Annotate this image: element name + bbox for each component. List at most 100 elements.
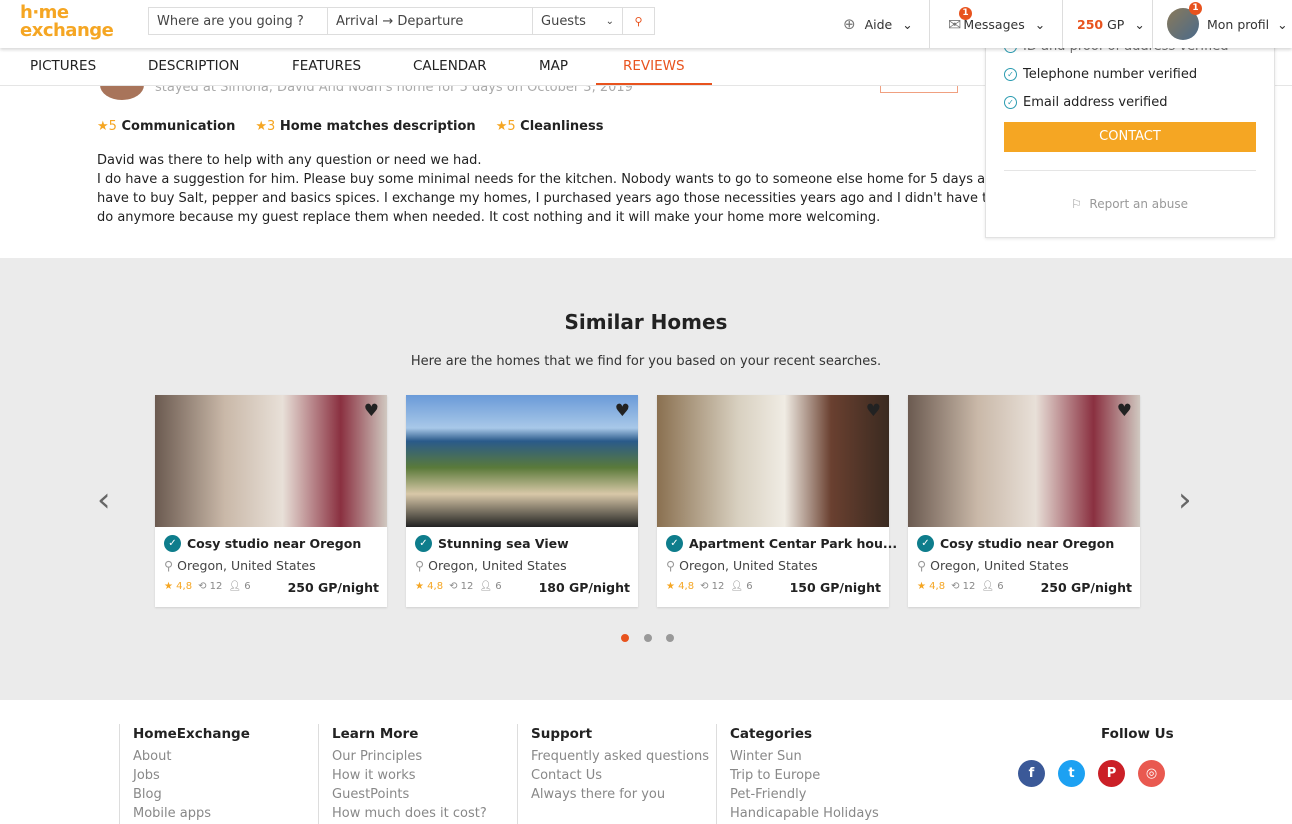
footer-link[interactable]: Pet-Friendly	[730, 785, 879, 804]
destination-input[interactable]: Where are you going ?	[149, 8, 328, 34]
review-line: do anymore because my guest replace them…	[97, 210, 881, 225]
footer-link[interactable]: Handicapable Holidays	[730, 804, 879, 823]
home-photo[interactable]: ♥	[657, 395, 889, 527]
footer-link[interactable]: Frequently asked questions	[531, 747, 709, 766]
footer-link[interactable]: GuestPoints	[332, 785, 487, 804]
rating-label: Home matches description	[279, 119, 476, 134]
carousel-dot[interactable]	[644, 634, 652, 642]
home-exchanges: 12	[962, 581, 976, 592]
exchanges-icon: ⟲ 12	[198, 581, 223, 592]
verified-icon: ✓	[415, 535, 432, 552]
footer-link[interactable]: Winter Sun	[730, 747, 879, 766]
footer-link[interactable]: How it works	[332, 766, 487, 785]
footer-link[interactable]: Always there for you	[531, 785, 709, 804]
heart-icon[interactable]: ♥	[866, 401, 881, 421]
heart-icon[interactable]: ♥	[1117, 401, 1132, 421]
footer-link[interactable]: Mobile apps	[133, 804, 250, 823]
carousel-prev-arrow[interactable]: ‹	[97, 480, 111, 520]
person-icon: 👤︎ 6	[228, 581, 251, 592]
rating-score: 5	[507, 119, 516, 134]
home-title: Cosy studio near Oregon	[940, 536, 1115, 551]
rating-description: ★3 Home matches description	[255, 119, 475, 134]
home-rating: 4,8	[427, 581, 444, 592]
footer-link[interactable]: About	[133, 747, 250, 766]
review-line: have to buy Salt, pepper and basics spic…	[97, 191, 996, 206]
facebook-icon[interactable]: f	[1018, 760, 1045, 787]
contact-button[interactable]: CONTACT	[1004, 122, 1256, 152]
home-price: 250 GP/night	[1040, 580, 1132, 595]
profile-label: Mon profil	[1207, 16, 1270, 32]
star-icon: ★	[495, 119, 508, 134]
tab-pictures[interactable]: PICTURES	[30, 58, 96, 74]
instagram-icon[interactable]: ◎	[1138, 760, 1165, 787]
tab-calendar[interactable]: CALENDAR	[413, 58, 487, 74]
home-exchanges: 12	[460, 581, 474, 592]
star-icon: ★	[255, 119, 267, 134]
home-photo[interactable]: ♥	[155, 395, 387, 527]
search-button[interactable]: ⚲	[623, 8, 654, 34]
home-card[interactable]: ♥ ✓ Cosy studio near Oregon ⚲ Oregon, Uni…	[908, 395, 1140, 607]
logo[interactable]: h·me exchange	[20, 4, 114, 41]
profile-menu[interactable]: 1 Mon profil ⌄	[1167, 0, 1288, 48]
home-photo[interactable]: ♥	[406, 395, 638, 527]
help-label: Aide	[864, 16, 893, 32]
home-exchanges: 12	[711, 581, 725, 592]
messages-menu[interactable]: ✉ 1 Messages ⌄	[948, 0, 1045, 48]
location-pin-icon: ⚲	[917, 558, 927, 573]
guests-select[interactable]: Guests ⌄	[533, 8, 623, 34]
tab-description[interactable]: DESCRIPTION	[148, 58, 239, 74]
home-rating: 4,8	[176, 581, 193, 592]
footer-link[interactable]: Trip to Europe	[730, 766, 879, 785]
tab-map[interactable]: MAP	[539, 58, 568, 74]
tab-features[interactable]: FEATURES	[292, 58, 361, 74]
exchanges-icon: ⟲ 12	[951, 581, 976, 592]
home-price: 180 GP/night	[538, 580, 630, 595]
footer-link[interactable]: Blog	[133, 785, 250, 804]
search-bar: Where are you going ? Arrival → Departur…	[148, 7, 655, 35]
points-menu[interactable]: 250 GP ⌄	[1077, 0, 1145, 48]
home-card[interactable]: ♥ ✓ Cosy studio near Oregon ⚲ Oregon, Uni…	[155, 395, 387, 607]
tab-reviews[interactable]: REVIEWS	[596, 58, 712, 85]
messages-label: Messages	[963, 16, 1025, 32]
footer-link[interactable]: Contact Us	[531, 766, 709, 785]
location-pin-icon: ⚲	[164, 558, 174, 573]
home-photo[interactable]: ♥	[908, 395, 1140, 527]
home-guests: 6	[746, 581, 753, 592]
guests-label: Guests	[541, 13, 586, 29]
home-location: Oregon, United States	[930, 558, 1069, 573]
chevron-down-icon: ⌄	[1277, 16, 1288, 32]
footer-link[interactable]: Our Principles	[332, 747, 487, 766]
home-card[interactable]: ♥ ✓ Apartment Centar Park hou... ⚲ Oregon…	[657, 395, 897, 607]
search-icon: ⚲	[634, 14, 643, 28]
dates-input[interactable]: Arrival → Departure	[328, 8, 533, 34]
exchanges-icon: ⟲ 12	[449, 581, 474, 592]
logo-bottom: exchange	[20, 20, 114, 41]
carousel-next-arrow[interactable]: ›	[1178, 480, 1192, 520]
chevron-down-icon: ⌄	[605, 15, 614, 27]
twitter-icon[interactable]: t	[1058, 760, 1085, 787]
home-guests: 6	[495, 581, 502, 592]
report-abuse-link[interactable]: ⚐ Report an abuse	[1071, 197, 1188, 211]
chevron-down-icon: ⌄	[1134, 16, 1145, 32]
home-title: Stunning sea View	[438, 536, 569, 551]
flag-icon: ⚐	[1071, 197, 1082, 211]
person-icon: 👤︎ 6	[730, 581, 753, 592]
star-icon: ★ 4,8	[164, 581, 193, 592]
chevron-down-icon: ⌄	[902, 16, 913, 32]
heart-icon[interactable]: ♥	[615, 401, 630, 421]
carousel-dot-active[interactable]	[621, 634, 629, 642]
star-icon: ★ 4,8	[917, 581, 946, 592]
pinterest-icon[interactable]: P	[1098, 760, 1125, 787]
home-card[interactable]: ♥ ✓ Stunning sea View ⚲ Oregon, United St…	[406, 395, 638, 607]
carousel-dot[interactable]	[666, 634, 674, 642]
footer-link[interactable]: Jobs	[133, 766, 250, 785]
location-pin-icon: ⚲	[415, 558, 425, 573]
heart-icon[interactable]: ♥	[364, 401, 379, 421]
review-line: I do have a suggestion for him. Please b…	[97, 172, 1002, 187]
rating-label: Cleanliness	[520, 119, 604, 134]
footer-link[interactable]: How much does it cost?	[332, 804, 487, 823]
help-menu[interactable]: ⊕ Aide ⌄	[843, 0, 913, 48]
home-title: Apartment Centar Park hou...	[689, 536, 898, 551]
home-guests: 6	[244, 581, 251, 592]
verification-item: ✓ Email address verified	[1004, 95, 1168, 110]
